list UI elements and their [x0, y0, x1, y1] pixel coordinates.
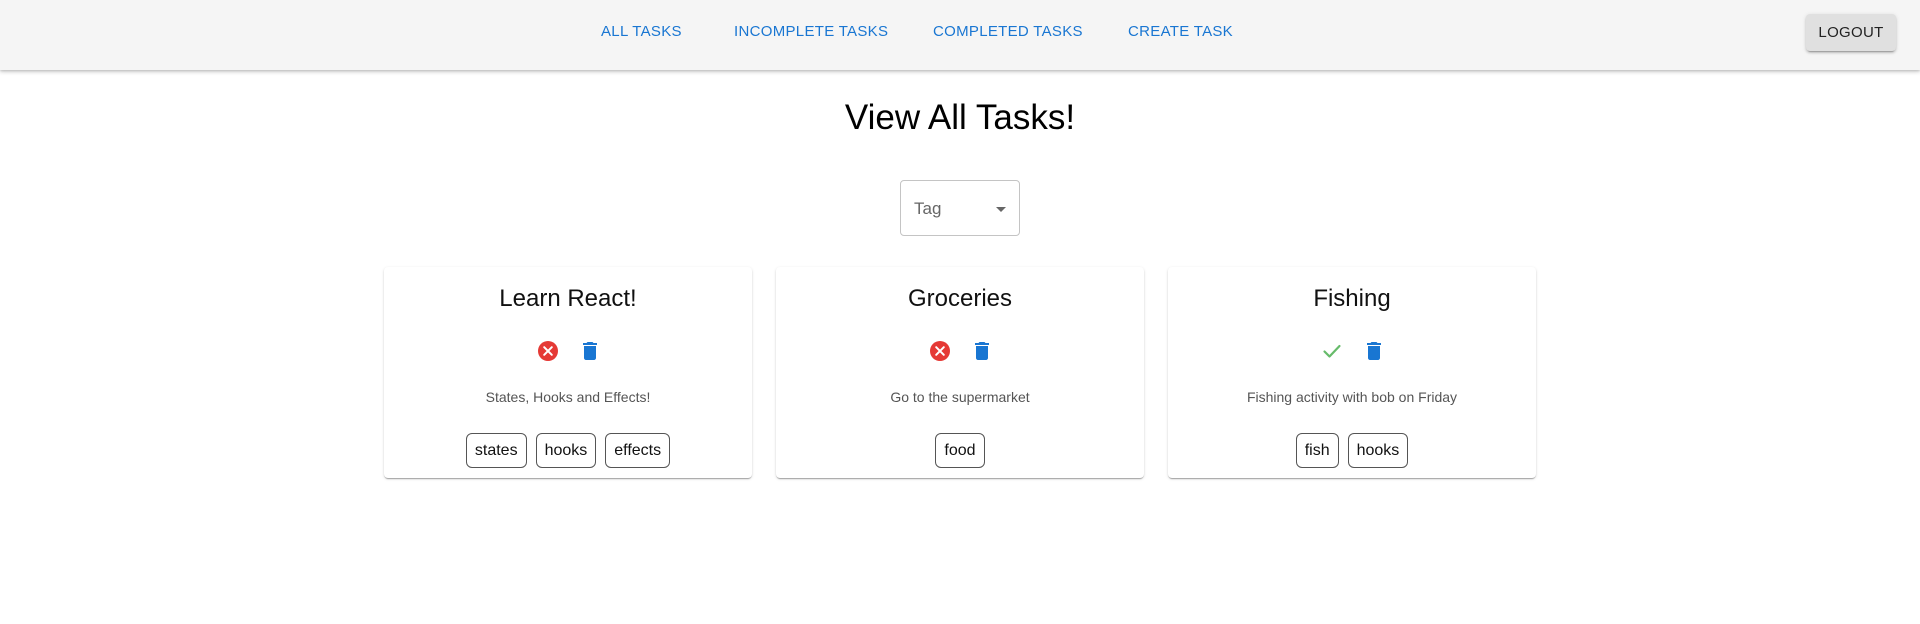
page-title: View All Tasks!	[844, 98, 1076, 137]
task-card: Groceries Go to the supermarket food	[776, 267, 1144, 478]
nav-all-tasks[interactable]: ALL TASKS	[601, 23, 682, 40]
nav-create-task[interactable]: CREATE TASK	[1128, 23, 1233, 40]
task-title: Groceries	[907, 285, 1013, 312]
nav-completed-tasks[interactable]: COMPLETED TASKS	[933, 23, 1083, 40]
task-description: Fishing activity with bob on Friday	[1246, 389, 1458, 405]
task-description: States, Hooks and Effects!	[485, 389, 651, 405]
task-tags: fish hooks	[1168, 433, 1536, 468]
task-card: Learn React! States, Hooks and Effects! …	[384, 267, 752, 478]
task-card: Fishing Fishing activity with bob on Fri…	[1168, 267, 1536, 478]
dropdown-arrow-icon	[996, 207, 1006, 212]
tag-chip[interactable]: states	[465, 433, 527, 468]
nav-incomplete-tasks[interactable]: INCOMPLETE TASKS	[734, 23, 888, 40]
task-tags: food	[776, 433, 1144, 468]
check-icon[interactable]	[1320, 339, 1344, 363]
tag-chip[interactable]: hooks	[535, 433, 597, 468]
task-title: Learn React!	[499, 285, 637, 312]
task-title: Fishing	[1313, 285, 1391, 312]
task-description: Go to the supermarket	[890, 389, 1030, 405]
app-bar: ALL TASKS INCOMPLETE TASKS COMPLETED TAS…	[0, 0, 1920, 70]
tag-filter-label: Tag	[914, 199, 942, 218]
cancel-icon[interactable]	[928, 339, 952, 363]
tag-chip[interactable]: effects	[605, 433, 671, 468]
tag-chip[interactable]: food	[935, 433, 985, 468]
tag-filter-select[interactable]: Tag	[900, 180, 1020, 236]
task-tags: states hooks effects	[384, 433, 752, 468]
tag-chip[interactable]: fish	[1295, 433, 1339, 468]
tag-chip[interactable]: hooks	[1347, 433, 1409, 468]
delete-icon[interactable]	[1362, 339, 1386, 363]
delete-icon[interactable]	[970, 339, 994, 363]
cancel-icon[interactable]	[536, 339, 560, 363]
logout-button[interactable]: LOGOUT	[1806, 14, 1896, 51]
delete-icon[interactable]	[578, 339, 602, 363]
